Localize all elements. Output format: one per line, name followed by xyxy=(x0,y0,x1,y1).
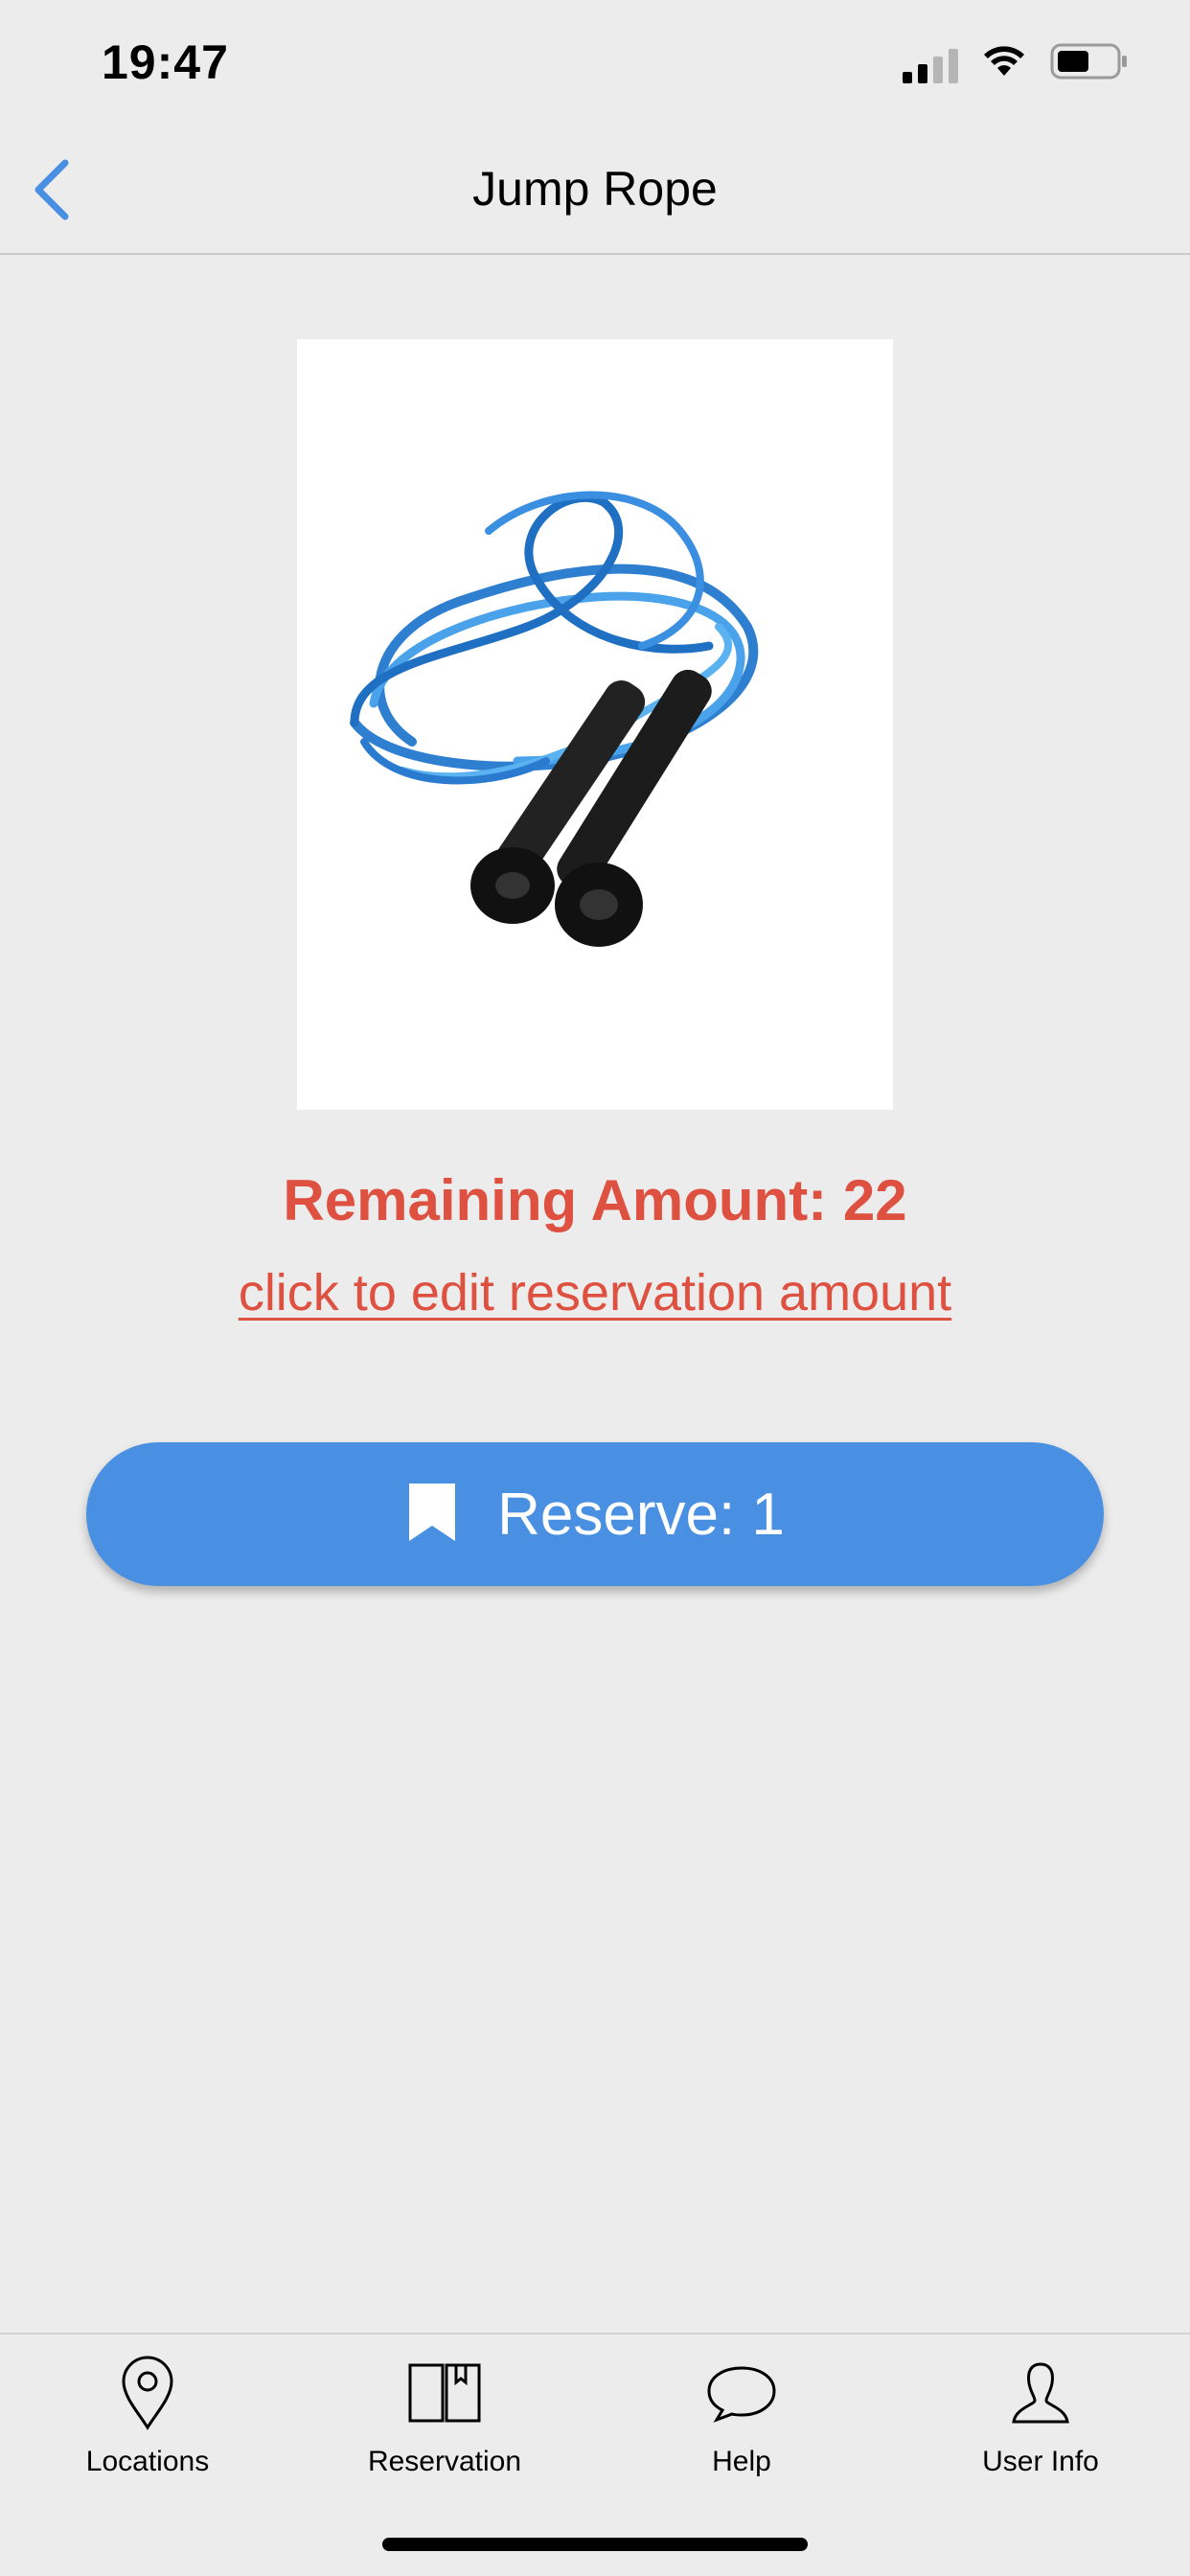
tab-help[interactable]: Help xyxy=(627,2350,857,2513)
status-time: 19:47 xyxy=(102,35,229,89)
wifi-icon xyxy=(981,43,1027,84)
status-icons xyxy=(903,42,1129,85)
battery-icon xyxy=(1050,42,1129,85)
map-pin-icon xyxy=(119,2350,176,2436)
chat-bubble-icon xyxy=(705,2350,778,2436)
tab-user-info[interactable]: User Info xyxy=(926,2350,1156,2513)
user-icon xyxy=(1010,2350,1071,2436)
tab-label: Locations xyxy=(85,2446,210,2477)
tab-locations[interactable]: Locations xyxy=(33,2350,263,2513)
product-image xyxy=(297,339,893,1110)
tab-label: Help xyxy=(712,2446,771,2477)
tab-reservation[interactable]: Reservation xyxy=(330,2350,560,2513)
tab-label: User Info xyxy=(982,2446,1099,2477)
jump-rope-illustration xyxy=(350,491,759,947)
screen: 19:47 Jump Rope Remaining Amount: 22 cli… xyxy=(0,0,1190,2576)
book-icon xyxy=(406,2350,483,2436)
signal-icon xyxy=(903,45,958,83)
page-title: Jump Rope xyxy=(472,162,718,216)
reserve-button[interactable]: Reserve: 1 xyxy=(86,1442,1104,1586)
home-indicator xyxy=(382,2538,808,2551)
reserve-button-label: Reserve: 1 xyxy=(497,1481,785,1548)
edit-reservation-link[interactable]: click to edit reservation amount xyxy=(0,1263,1190,1322)
tab-label: Reservation xyxy=(367,2446,522,2477)
remaining-amount: Remaining Amount: 22 xyxy=(283,1168,907,1232)
nav-bar: Jump Rope xyxy=(0,125,1190,255)
bookmark-icon xyxy=(405,1480,459,1550)
status-bar: 19:47 xyxy=(0,0,1190,125)
